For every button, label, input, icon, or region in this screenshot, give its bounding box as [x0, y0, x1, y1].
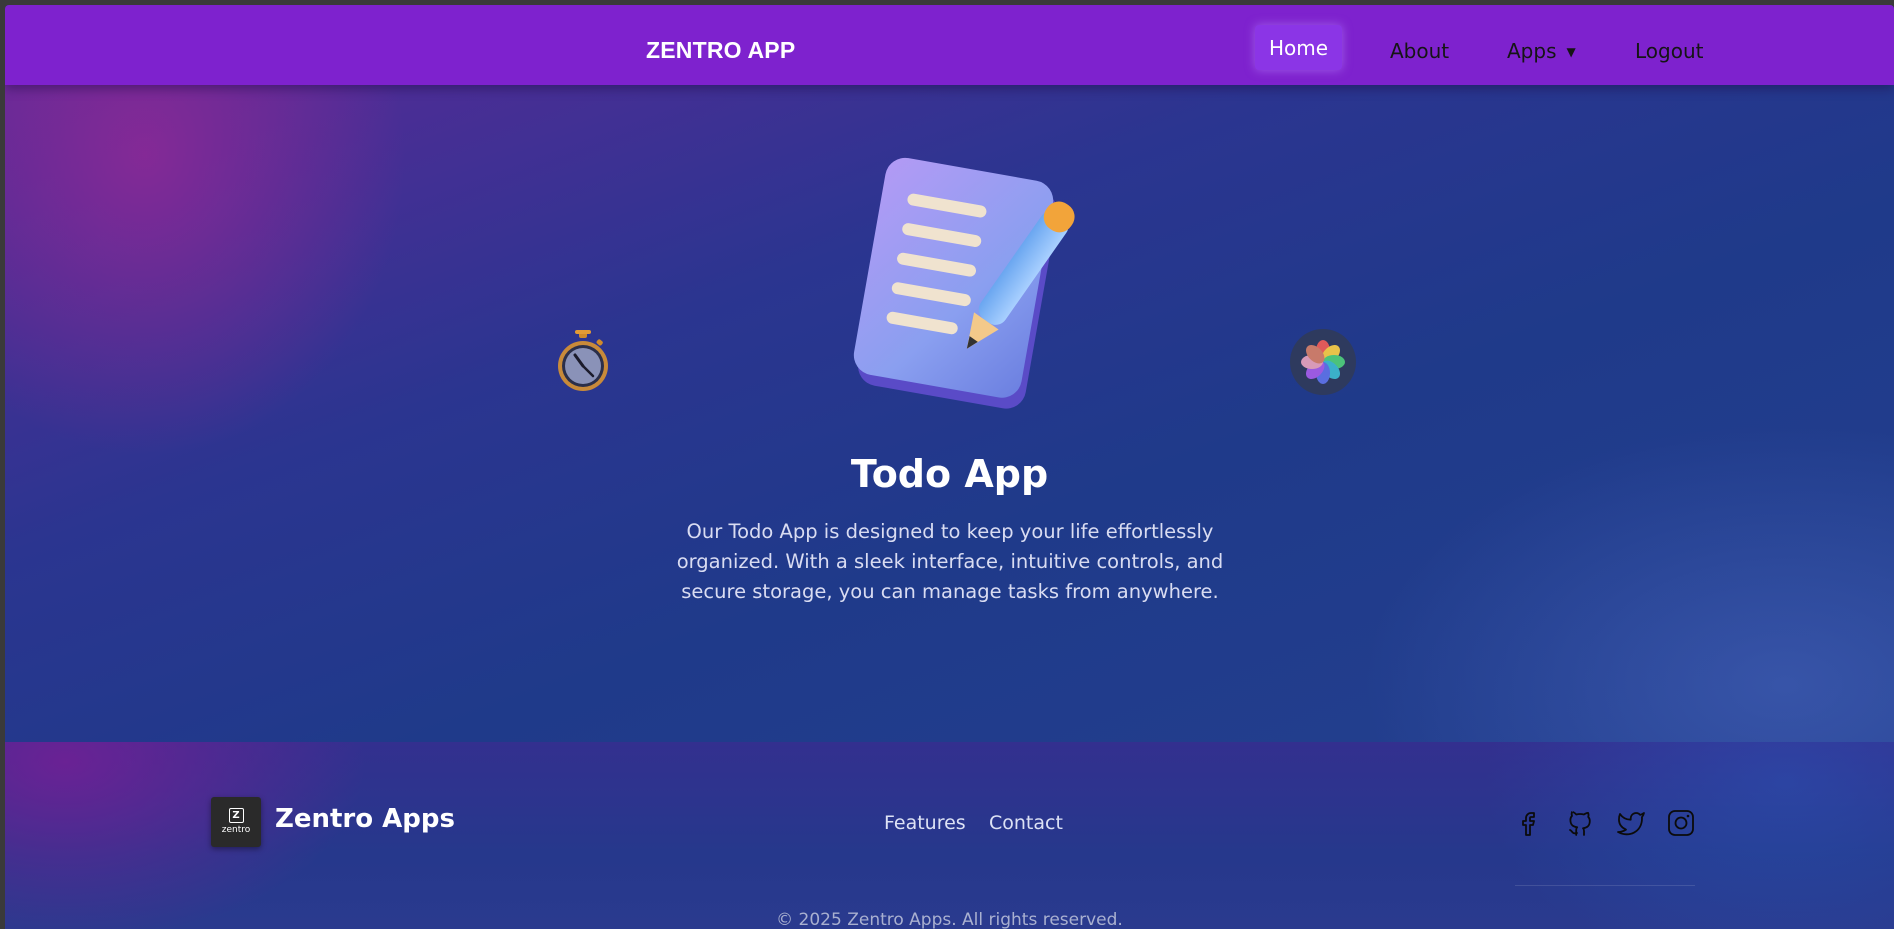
footer-link-contact[interactable]: Contact [989, 812, 1063, 834]
photos-icon[interactable] [1289, 328, 1357, 396]
zentro-logo[interactable]: Z zentro [211, 797, 261, 847]
footer: Z zentro Zentro Apps Features Contact © … [5, 742, 1894, 929]
footer-link-features[interactable]: Features [884, 812, 966, 834]
hero-section: Todo App Our Todo App is designed to kee… [5, 85, 1894, 742]
stopwatch-icon[interactable] [553, 330, 613, 394]
hero-title: Todo App [850, 452, 1049, 496]
logo-text: zentro [221, 825, 251, 835]
navbar-brand[interactable]: ZENTRO APP [646, 37, 795, 64]
hero-description: Our Todo App is designed to keep your li… [676, 520, 1224, 603]
instagram-icon[interactable] [1665, 807, 1697, 839]
logo-letter: Z [228, 808, 244, 823]
nav-item-about[interactable]: About [1390, 39, 1449, 63]
footer-divider [1515, 885, 1695, 886]
twitter-icon[interactable] [1615, 807, 1647, 839]
copyright-text: © 2025 Zentro Apps. All rights reserved. [776, 910, 1123, 929]
nav-item-home[interactable]: Home [1255, 25, 1342, 70]
nav-item-apps-label: Apps [1507, 39, 1557, 63]
facebook-icon[interactable] [1515, 807, 1547, 839]
todo-notepad-icon [853, 157, 1075, 409]
footer-brand[interactable]: Zentro Apps [275, 804, 455, 834]
github-icon[interactable] [1565, 807, 1597, 839]
nav-item-logout[interactable]: Logout [1635, 39, 1703, 63]
caret-down-icon: ▼ [1566, 45, 1576, 59]
navbar: ZENTRO APP Home About Apps ▼ Logout [5, 5, 1894, 85]
app-window: ZENTRO APP Home About Apps ▼ Logout Todo… [5, 5, 1894, 929]
nav-item-apps[interactable]: Apps ▼ [1507, 39, 1576, 63]
nav-item-home-label: Home [1268, 35, 1329, 60]
